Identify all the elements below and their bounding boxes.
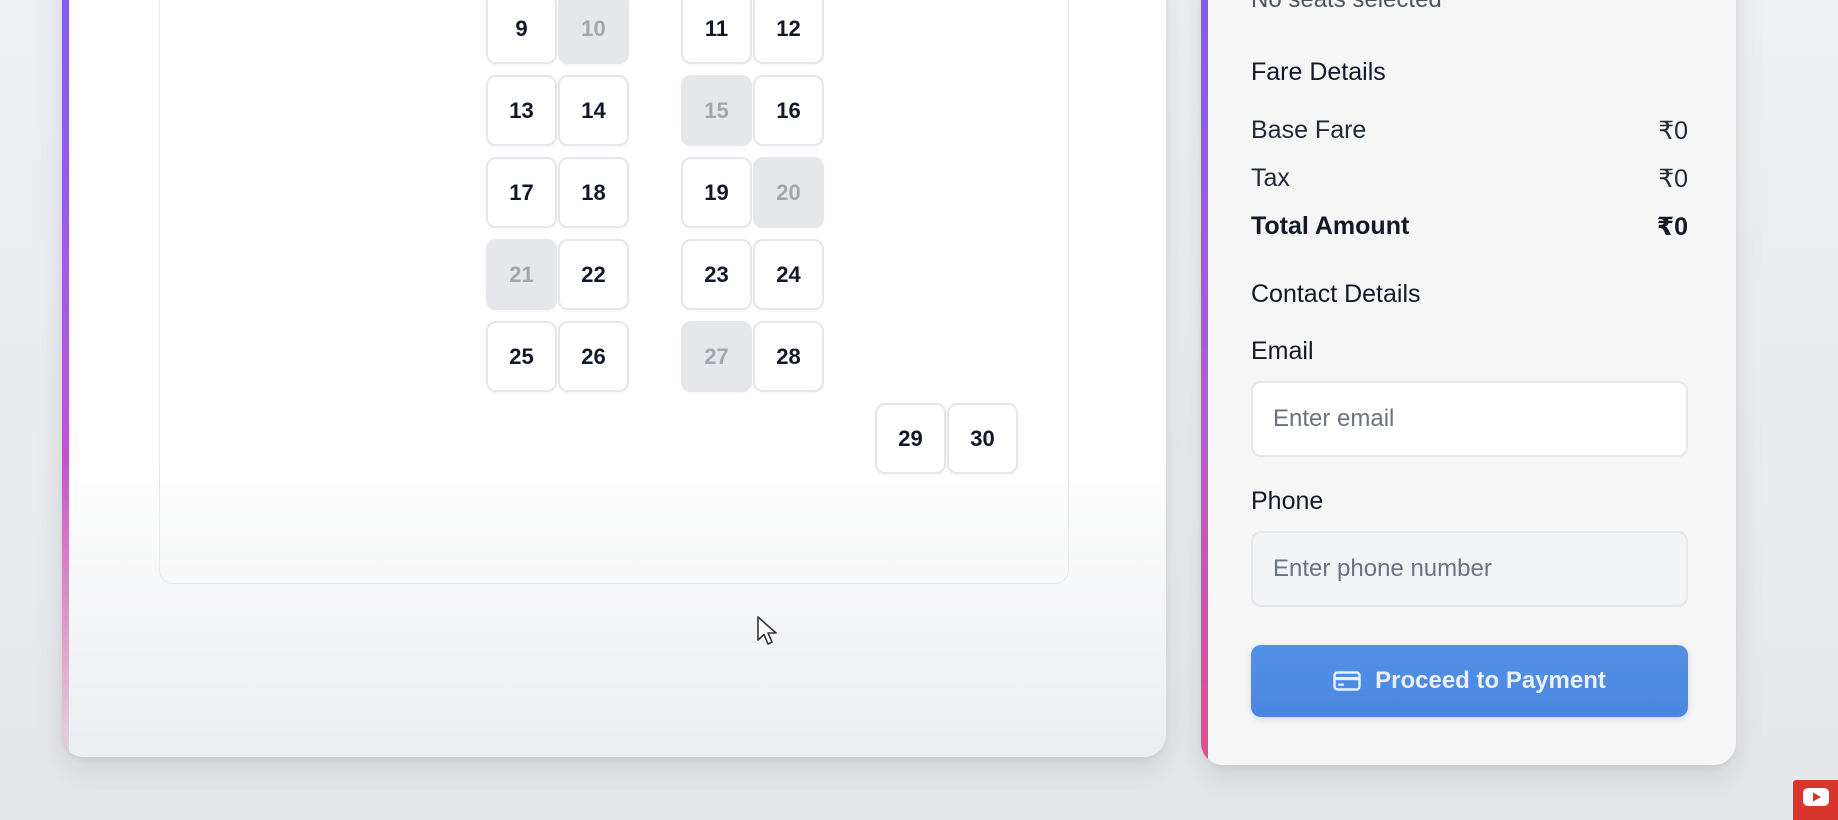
email-field[interactable] (1251, 381, 1688, 457)
seat-10: 10 (558, 0, 629, 64)
seat-29[interactable]: 29 (875, 403, 946, 474)
contact-details-heading: Contact Details (1251, 280, 1421, 308)
seat-13[interactable]: 13 (486, 75, 557, 146)
tax-row: Tax ₹0 (1251, 164, 1688, 194)
seat-15: 15 (681, 75, 752, 146)
seat-28[interactable]: 28 (753, 321, 824, 392)
youtube-subscribe-badge[interactable] (1793, 780, 1838, 820)
total-amount-row: Total Amount ₹0 (1251, 212, 1688, 242)
seat-23[interactable]: 23 (681, 239, 752, 310)
credit-card-icon (1333, 671, 1361, 691)
seat-21: 21 (486, 239, 557, 310)
proceed-to-payment-label: Proceed to Payment (1375, 667, 1606, 694)
seat-16[interactable]: 16 (753, 75, 824, 146)
selected-seats-text: No seats selected (1251, 0, 1442, 14)
tax-label: Tax (1251, 164, 1290, 192)
seat-22[interactable]: 22 (558, 239, 629, 310)
fare-details-heading: Fare Details (1251, 58, 1386, 86)
total-amount-label: Total Amount (1251, 212, 1410, 240)
phone-label: Phone (1251, 487, 1324, 515)
seat-14[interactable]: 14 (558, 75, 629, 146)
seat-26[interactable]: 26 (558, 321, 629, 392)
youtube-play-icon (1803, 788, 1829, 806)
base-fare-row: Base Fare ₹0 (1251, 116, 1688, 146)
phone-field[interactable] (1251, 531, 1688, 607)
booking-summary-panel: No seats selected Fare Details Base Fare… (1201, 0, 1736, 765)
base-fare-value: ₹0 (1658, 117, 1688, 145)
email-label: Email (1251, 337, 1314, 365)
seat-20: 20 (753, 157, 824, 228)
base-fare-label: Base Fare (1251, 116, 1367, 144)
seat-30[interactable]: 30 (947, 403, 1018, 474)
seat-19[interactable]: 19 (681, 157, 752, 228)
total-amount-value: ₹0 (1656, 213, 1688, 241)
seat-11[interactable]: 11 (681, 0, 752, 64)
seat-25[interactable]: 25 (486, 321, 557, 392)
mouse-cursor-icon (757, 616, 777, 645)
proceed-to-payment-button[interactable]: Proceed to Payment (1251, 645, 1688, 717)
seat-24[interactable]: 24 (753, 239, 824, 310)
bus-seat-layout: 9 10 11 12 13 14 15 16 17 18 19 20 21 22 23 24 25 26 27 28 2… (159, 0, 1069, 584)
seat-17[interactable]: 17 (486, 157, 557, 228)
seat-12[interactable]: 12 (753, 0, 824, 64)
seat-map-panel: 9 10 11 12 13 14 15 16 17 18 19 20 21 22 23 24 25 26 27 28 2… (62, 0, 1166, 757)
seat-18[interactable]: 18 (558, 157, 629, 228)
seat-27: 27 (681, 321, 752, 392)
tax-value: ₹0 (1658, 165, 1688, 193)
seat-9[interactable]: 9 (486, 0, 557, 64)
